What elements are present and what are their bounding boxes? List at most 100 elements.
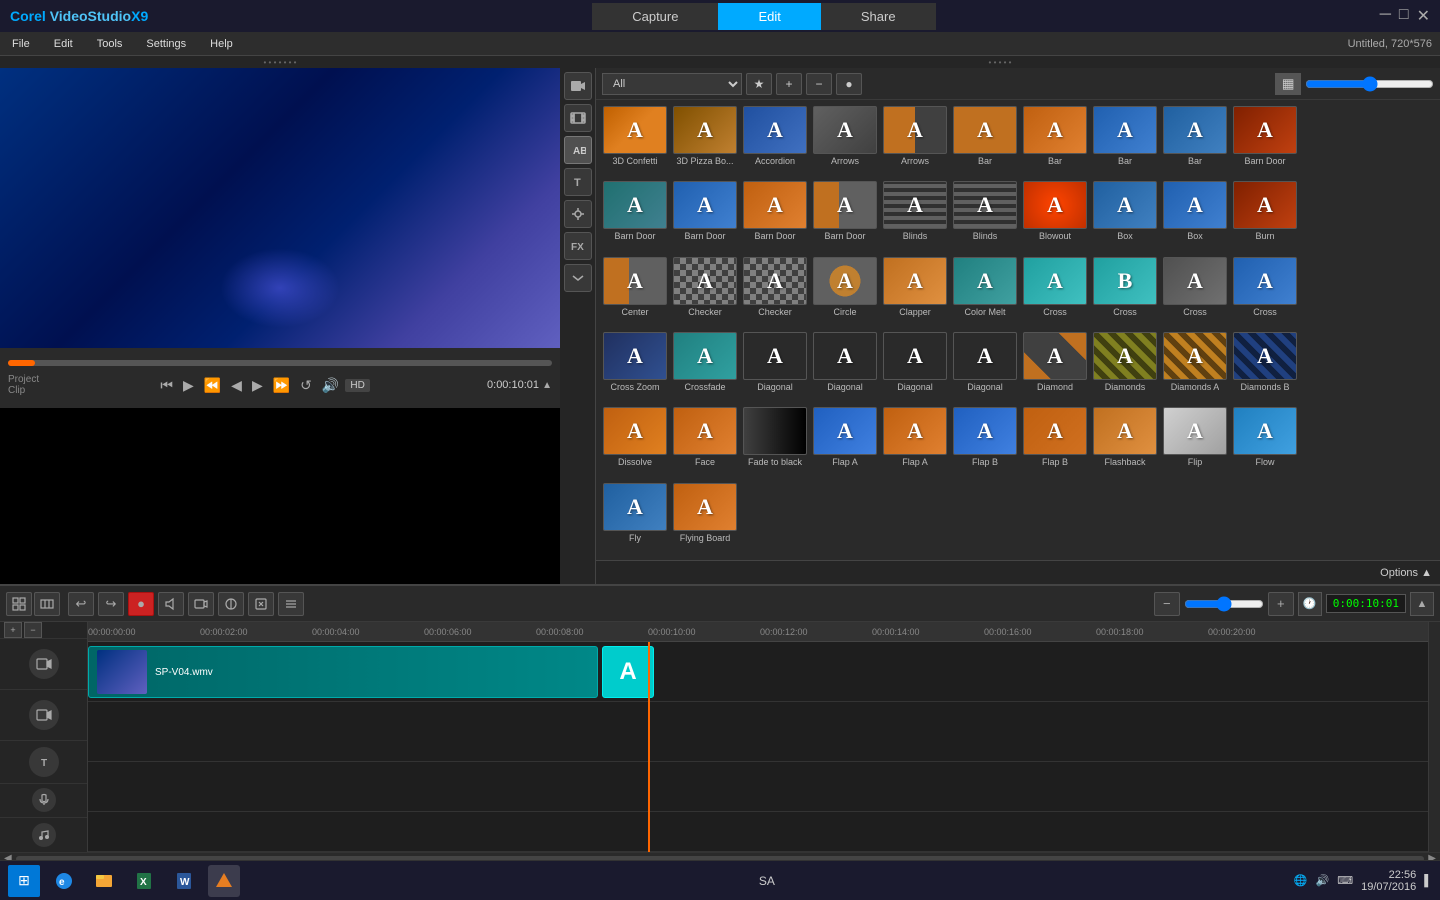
sidebar-icon-audio[interactable] bbox=[564, 200, 592, 228]
timeline-scrollbar-right[interactable] bbox=[1428, 622, 1440, 852]
audio-button[interactable] bbox=[158, 592, 184, 616]
motion-button[interactable] bbox=[248, 592, 274, 616]
transition-item-bar2[interactable]: ABar bbox=[1022, 106, 1088, 177]
video-clip[interactable]: SP-V04.wmv bbox=[88, 646, 598, 698]
menu-settings[interactable]: Settings bbox=[142, 36, 190, 52]
transition-item-cross1[interactable]: ACross bbox=[1022, 257, 1088, 328]
transition-item-arrows1[interactable]: AArrows bbox=[812, 106, 878, 177]
transition-item-clapper[interactable]: AClapper bbox=[882, 257, 948, 328]
transition-item-fade-black[interactable]: Fade to black bbox=[742, 407, 808, 478]
transition-item-bar3[interactable]: ABar bbox=[1092, 106, 1158, 177]
transition-item-blowout[interactable]: ABlowout bbox=[1022, 181, 1088, 252]
transition-item-flying-board[interactable]: AFlying Board bbox=[672, 483, 738, 554]
transition-item-accordion[interactable]: AAccordion bbox=[742, 106, 808, 177]
forward-button[interactable]: ▶ bbox=[248, 375, 267, 396]
zoom-slider[interactable] bbox=[1305, 76, 1434, 92]
sidebar-icon-title[interactable]: T bbox=[564, 168, 592, 196]
timecode-up-button[interactable]: ▲ bbox=[542, 380, 552, 391]
transition-item-color-melt[interactable]: AColor Melt bbox=[952, 257, 1018, 328]
transition-item-checker2[interactable]: AChecker bbox=[742, 257, 808, 328]
transition-item-diagonal4[interactable]: ADiagonal bbox=[952, 332, 1018, 403]
rewind-button[interactable]: ◀ bbox=[227, 375, 246, 396]
clock-button[interactable]: 🕐 bbox=[1298, 592, 1322, 616]
transition-item-diamonds-b[interactable]: ADiamonds B bbox=[1232, 332, 1298, 403]
tab-edit[interactable]: Edit bbox=[718, 3, 820, 30]
repeat-button[interactable]: ↺ bbox=[296, 375, 316, 396]
prev-frame-button[interactable]: ⏪ bbox=[200, 375, 225, 396]
close-button[interactable]: ✕ bbox=[1417, 6, 1430, 26]
transition-item-3d-pizza[interactable]: A3D Pizza Bo... bbox=[672, 106, 738, 177]
next-frame-button[interactable]: ⏩ bbox=[269, 375, 294, 396]
transition-item-flip[interactable]: AFlip bbox=[1162, 407, 1228, 478]
sidebar-icon-text[interactable]: AB bbox=[564, 136, 592, 164]
transition-item-diamonds-a1[interactable]: ADiamonds A bbox=[1162, 332, 1228, 403]
transition-item-diagonal3[interactable]: ADiagonal bbox=[882, 332, 948, 403]
progress-bar[interactable] bbox=[8, 360, 552, 366]
transition-item-barn-door5[interactable]: ABarn Door bbox=[812, 181, 878, 252]
transition-item-blinds1[interactable]: ABlinds bbox=[882, 181, 948, 252]
transition-item-face[interactable]: AFace bbox=[672, 407, 738, 478]
menu-help[interactable]: Help bbox=[206, 36, 237, 52]
transition-item-diamond[interactable]: ADiamond bbox=[1022, 332, 1088, 403]
undo-button[interactable]: ↩ bbox=[68, 592, 94, 616]
filter-remove-button[interactable]: − bbox=[806, 73, 832, 95]
sidebar-icon-video[interactable] bbox=[564, 72, 592, 100]
timeline-view-button[interactable] bbox=[6, 592, 32, 616]
volume-button[interactable]: 🔊 bbox=[318, 375, 343, 396]
menu-file[interactable]: File bbox=[8, 36, 34, 52]
minimize-button[interactable]: ─ bbox=[1380, 6, 1391, 26]
timeline-storyboard-button[interactable] bbox=[34, 592, 60, 616]
transition-item-crossfade[interactable]: ACrossfade bbox=[672, 332, 738, 403]
transition-item-barn-door3[interactable]: ABarn Door bbox=[672, 181, 738, 252]
transition-item-fly[interactable]: AFly bbox=[602, 483, 668, 554]
record-button[interactable]: ● bbox=[128, 592, 154, 616]
transition-item-flow[interactable]: AFlow bbox=[1232, 407, 1298, 478]
capture-button[interactable] bbox=[188, 592, 214, 616]
sidebar-icon-film[interactable] bbox=[564, 104, 592, 132]
tab-share[interactable]: Share bbox=[821, 3, 936, 30]
taskbar-word-icon[interactable]: W bbox=[168, 865, 200, 897]
filter-dropdown[interactable]: All 2D Transitions 3D Transitions Alpha … bbox=[602, 73, 742, 95]
transition-item-arrows2[interactable]: AArrows bbox=[882, 106, 948, 177]
transition-item-flap-a1[interactable]: AFlap A bbox=[812, 407, 878, 478]
transition-item-flap-b1[interactable]: AFlap B bbox=[952, 407, 1018, 478]
transition-item-bar4[interactable]: ABar bbox=[1162, 106, 1228, 177]
sidebar-icon-more[interactable] bbox=[564, 264, 592, 292]
transition-item-flap-a2[interactable]: AFlap A bbox=[882, 407, 948, 478]
menu-edit[interactable]: Edit bbox=[50, 36, 77, 52]
taskbar-explorer-icon[interactable] bbox=[88, 865, 120, 897]
transition-item-dissolve[interactable]: ADissolve bbox=[602, 407, 668, 478]
transition-item-bar1[interactable]: ABar bbox=[952, 106, 1018, 177]
tab-capture[interactable]: Capture bbox=[592, 3, 718, 30]
taskbar-show-desktop[interactable]: ▌ bbox=[1424, 875, 1432, 887]
transition-item-blinds2[interactable]: ABlinds bbox=[952, 181, 1018, 252]
filter-star-button[interactable]: ★ bbox=[746, 73, 772, 95]
title-clip[interactable]: A bbox=[602, 646, 654, 698]
timecode-up[interactable]: ▲ bbox=[1410, 592, 1434, 616]
zoom-in-button[interactable]: + bbox=[1268, 592, 1294, 616]
taskbar-excel-icon[interactable]: X bbox=[128, 865, 160, 897]
transition-item-flap-b2[interactable]: AFlap B bbox=[1022, 407, 1088, 478]
zoom-out-button[interactable]: − bbox=[1154, 592, 1180, 616]
taskbar-active-app-icon[interactable] bbox=[208, 865, 240, 897]
transition-item-diagonal1[interactable]: ADiagonal bbox=[742, 332, 808, 403]
menu-tools[interactable]: Tools bbox=[93, 36, 127, 52]
redo-button[interactable]: ↪ bbox=[98, 592, 124, 616]
transition-item-checker1[interactable]: AChecker bbox=[672, 257, 738, 328]
transition-item-barn-door1[interactable]: ABarn Door bbox=[1232, 106, 1298, 177]
options-label[interactable]: Options ▲ bbox=[1380, 567, 1432, 579]
start-button[interactable]: ⊞ bbox=[8, 865, 40, 897]
multitrack-button[interactable] bbox=[278, 592, 304, 616]
transition-item-center[interactable]: ACenter bbox=[602, 257, 668, 328]
transition-item-box2[interactable]: ABox bbox=[1162, 181, 1228, 252]
view-toggle-grid[interactable]: ▦ bbox=[1275, 73, 1301, 95]
transition-item-3d-confetti[interactable]: A3D Confetti bbox=[602, 106, 668, 177]
filter-cookie-button[interactable]: ● bbox=[836, 73, 862, 95]
stop-button[interactable]: ▶ bbox=[179, 375, 198, 396]
transition-item-diagonal2[interactable]: ADiagonal bbox=[812, 332, 878, 403]
progress-bar-container[interactable] bbox=[0, 356, 560, 370]
remove-track-button[interactable]: − bbox=[24, 622, 42, 638]
transition-item-barn-door4[interactable]: ABarn Door bbox=[742, 181, 808, 252]
transition-item-diamonds[interactable]: ADiamonds bbox=[1092, 332, 1158, 403]
filter-add-button[interactable]: + bbox=[776, 73, 802, 95]
